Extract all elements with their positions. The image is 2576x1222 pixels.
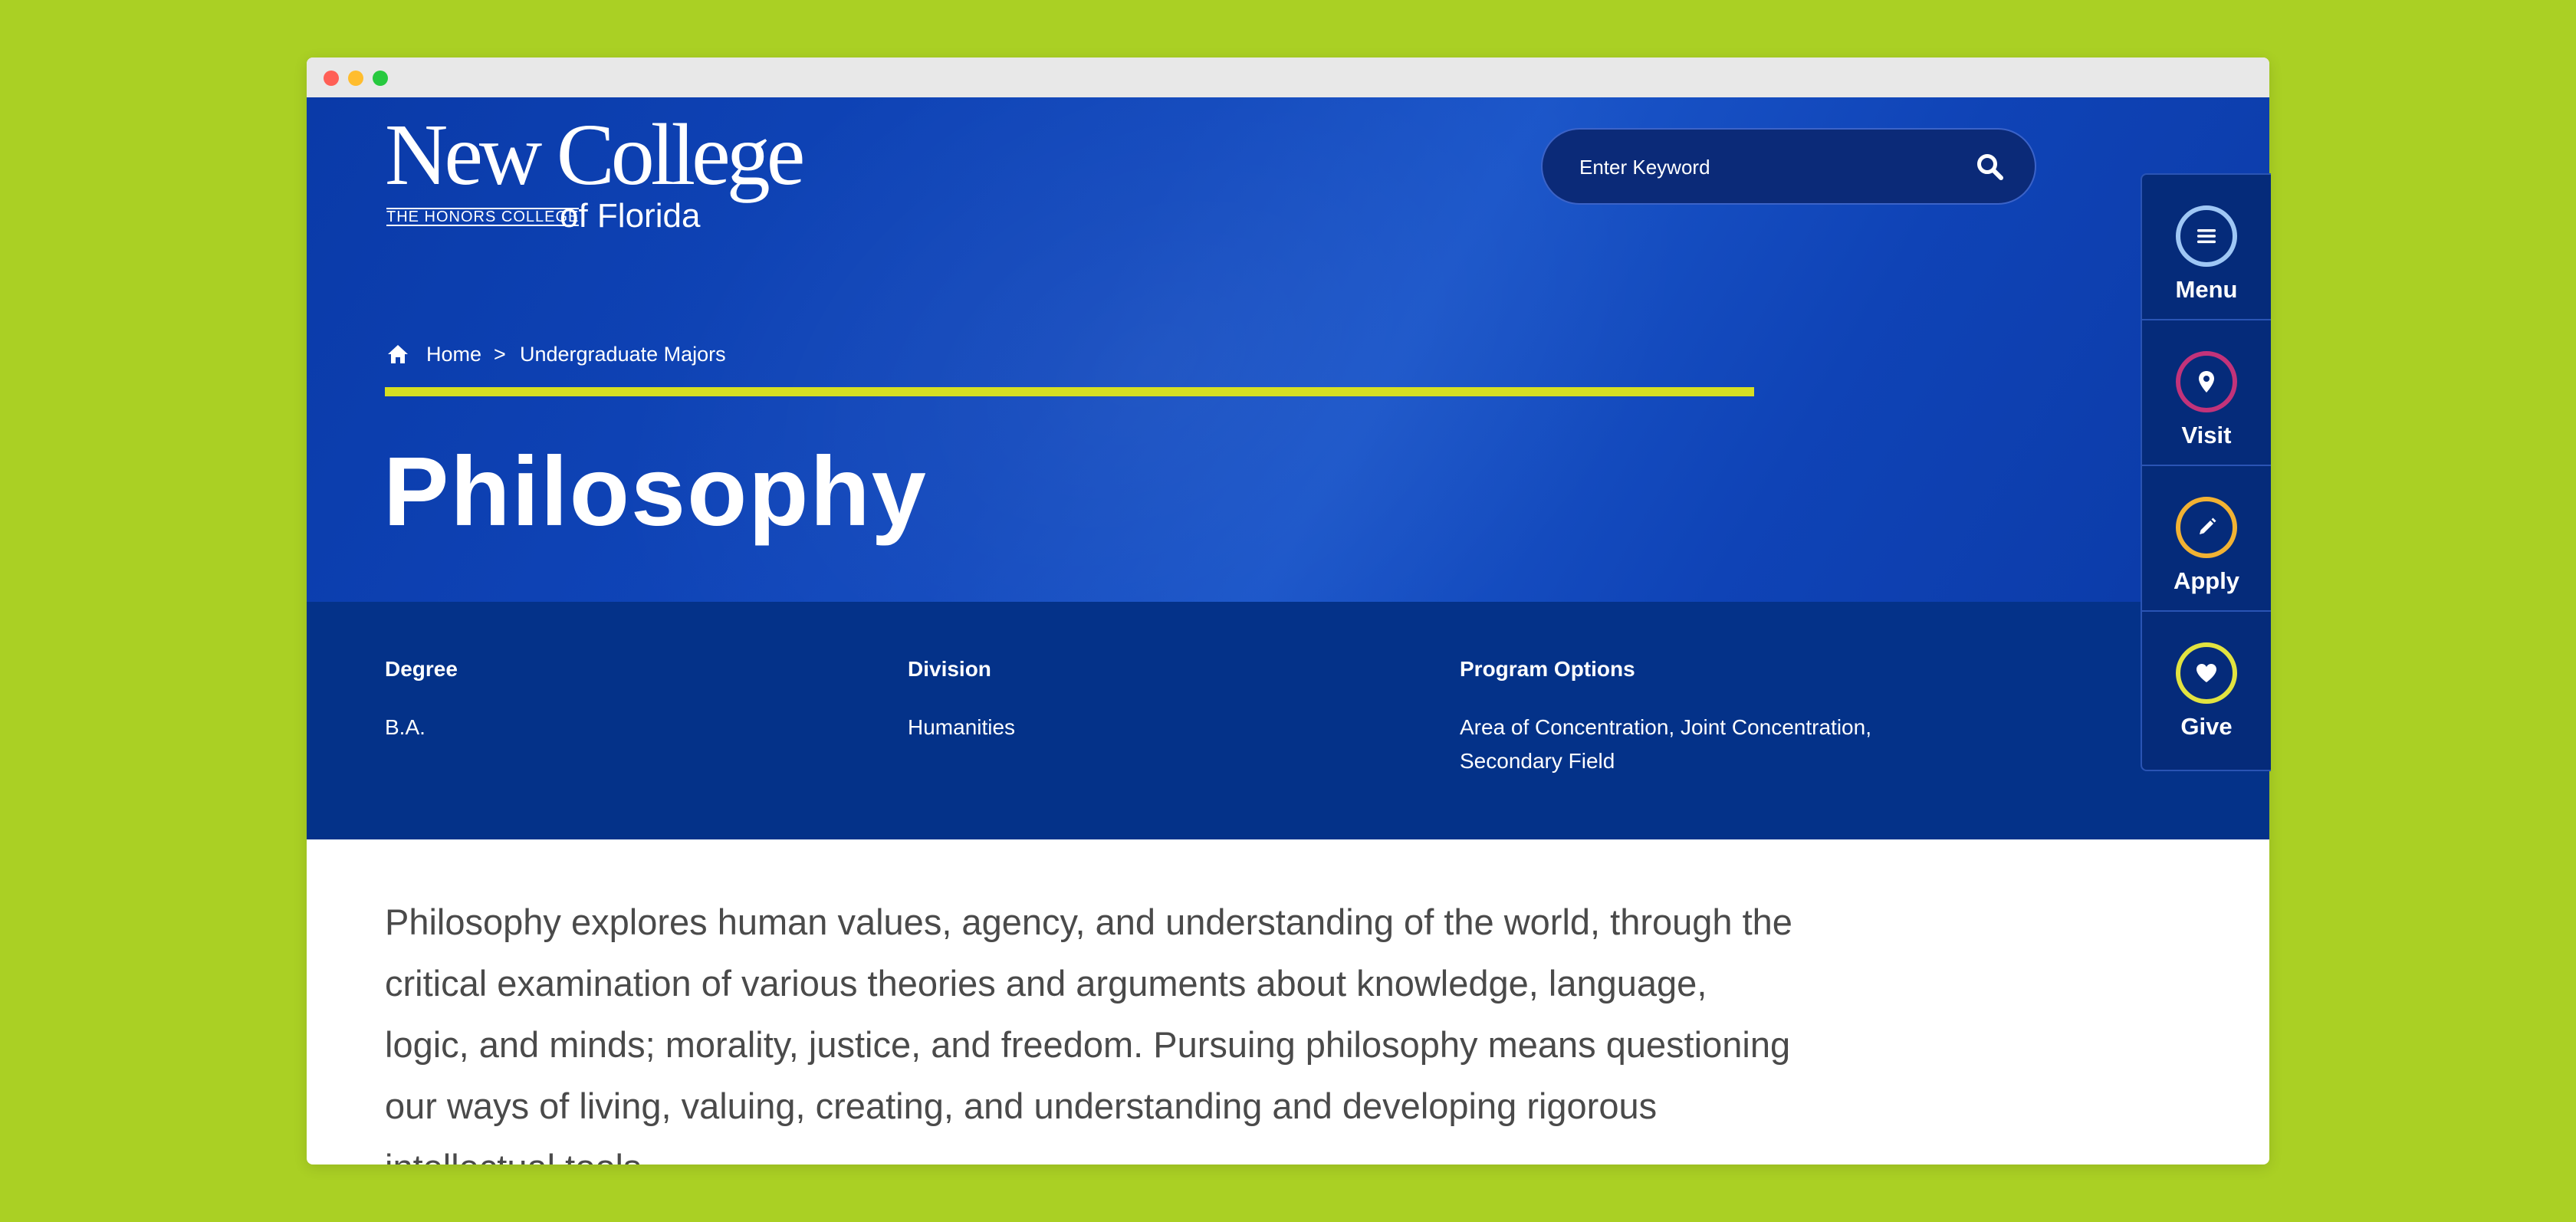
heart-icon [2176, 642, 2237, 704]
logo-suffix: of Florida [560, 197, 701, 235]
close-window-button[interactable] [324, 71, 339, 86]
program-options-heading: Program Options [1460, 657, 1635, 681]
division-info: Division Humanities [908, 657, 1368, 744]
title-accent-bar [385, 387, 1754, 396]
browser-window: New College THE HONORS COLLEGE of Florid… [307, 57, 2269, 1165]
degree-info: Degree B.A. [385, 657, 845, 744]
side-nav: Menu Visit Apply Give [2141, 173, 2271, 771]
side-nav-menu[interactable]: Menu [2142, 175, 2271, 320]
location-pin-icon [2176, 351, 2237, 412]
program-info-band: Degree B.A. Division Humanities Program … [307, 602, 2269, 839]
logo-tagline: THE HONORS COLLEGE [386, 208, 580, 226]
program-options-value: Area of Concentration, Joint Concentrati… [1460, 715, 1871, 773]
breadcrumb-home-link[interactable]: Home [426, 343, 481, 366]
side-nav-visit[interactable]: Visit [2142, 320, 2271, 466]
program-options-info: Program Options Area of Concentration, J… [1460, 657, 1950, 778]
window-titlebar [307, 57, 2269, 97]
menu-icon [2176, 205, 2237, 267]
minimize-window-button[interactable] [348, 71, 363, 86]
division-value: Humanities [908, 715, 1016, 739]
side-nav-give[interactable]: Give [2142, 612, 2271, 757]
maximize-window-button[interactable] [373, 71, 388, 86]
division-heading: Division [908, 657, 991, 681]
side-nav-visit-label: Visit [2181, 422, 2232, 448]
search-input[interactable] [1578, 151, 1949, 183]
side-nav-apply-label: Apply [2173, 567, 2240, 594]
breadcrumb-current-link[interactable]: Undergraduate Majors [520, 343, 726, 366]
page-title: Philosophy [383, 437, 928, 547]
side-nav-menu-label: Menu [2175, 276, 2238, 303]
degree-heading: Degree [385, 657, 458, 681]
search-bar [1541, 128, 2036, 205]
site-logo[interactable]: New College THE HONORS COLLEGE of Florid… [385, 106, 805, 235]
pencil-icon [2176, 497, 2237, 558]
home-icon[interactable] [386, 343, 409, 366]
logo-wordmark: New College [385, 106, 805, 203]
breadcrumb-separator: > [494, 343, 506, 366]
search-icon[interactable] [1975, 152, 2006, 182]
degree-value: B.A. [385, 715, 426, 739]
intro-paragraph: Philosophy explores human values, agency… [385, 902, 1792, 1165]
side-nav-apply[interactable]: Apply [2142, 466, 2271, 612]
hero-banner: New College THE HONORS COLLEGE of Florid… [307, 97, 2269, 602]
side-nav-give-label: Give [2180, 713, 2233, 740]
